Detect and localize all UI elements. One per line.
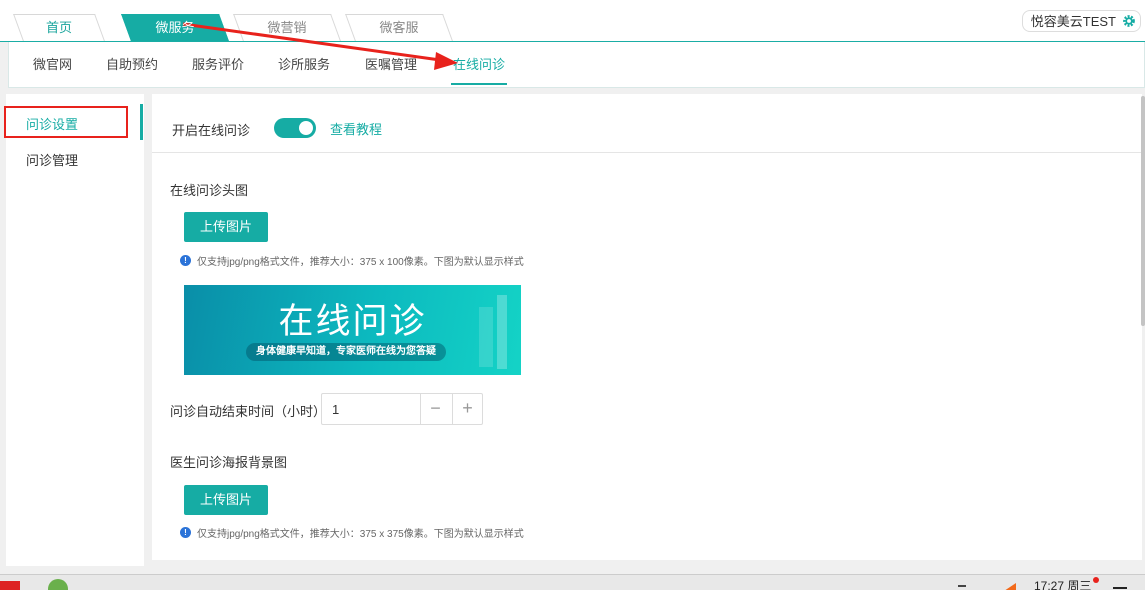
show-desktop-icon[interactable]	[1113, 587, 1127, 589]
top-tab-bar: 首页 微服务 微营销 微客服 悦容美云TEST	[0, 0, 1145, 42]
auto-end-time-stepper[interactable]: 1 − +	[321, 393, 483, 425]
toggle-knob	[299, 121, 313, 135]
sidebar-item-consult-management[interactable]: 问诊管理	[26, 150, 78, 169]
tray-icon[interactable]	[958, 585, 966, 587]
notification-dot	[1093, 577, 1099, 583]
sidebar-active-marker	[140, 104, 143, 140]
header-image-preview: 在线问诊 身体健康早知道，专家医师在线为您答疑	[184, 285, 521, 375]
auto-end-time-value[interactable]: 1	[332, 402, 339, 417]
subnav-service-review[interactable]: 服务评价	[192, 54, 244, 73]
tutorial-link[interactable]: 查看教程	[330, 119, 382, 138]
sidebar: 问诊设置 问诊管理	[6, 94, 144, 566]
auto-end-time-label: 问诊自动结束时间（小时）	[170, 404, 327, 419]
enable-consultation-toggle[interactable]	[274, 118, 316, 138]
tab-home[interactable]: 首页	[13, 14, 105, 41]
tab-micro-marketing[interactable]: 微营销	[233, 14, 341, 41]
increment-button[interactable]: +	[452, 394, 482, 424]
subnav-clinic-service[interactable]: 诊所服务	[278, 54, 330, 73]
banner-title: 在线问诊	[278, 302, 427, 341]
subnav-self-booking[interactable]: 自助预约	[106, 54, 158, 73]
header-image-tip-text: 仅支持jpg/png格式文件，推荐大小：375 x 100像素。下图为默认显示样…	[197, 257, 524, 268]
sub-navigation: 微官网 自助预约 服务评价 诊所服务 医嘱管理 在线问诊	[8, 42, 1145, 88]
upload-poster-image-button[interactable]: 上传图片	[184, 485, 268, 515]
header-image-tip: ! 仅支持jpg/png格式文件，推荐大小：375 x 100像素。下图为默认显…	[180, 253, 524, 268]
decrement-button[interactable]: −	[420, 394, 450, 424]
user-account-box[interactable]: 悦容美云TEST	[1021, 10, 1141, 32]
banner-subtitle: 身体健康早知道，专家医师在线为您答疑	[246, 343, 446, 361]
tab-micro-customer-service[interactable]: 微客服	[345, 14, 453, 41]
gear-icon[interactable]	[1122, 14, 1136, 28]
subnav-online-consultation[interactable]: 在线问诊	[450, 54, 508, 85]
subnav-micro-website[interactable]: 微官网	[33, 54, 72, 73]
tray-icon[interactable]	[1004, 583, 1016, 590]
info-icon: !	[180, 255, 191, 266]
subnav-order-management[interactable]: 医嘱管理	[365, 54, 417, 73]
taskbar: 17:27 周三	[0, 574, 1145, 590]
app-icon[interactable]	[0, 581, 20, 590]
taskbar-clock[interactable]: 17:27 周三	[1034, 577, 1091, 590]
user-name: 悦容美云TEST	[1030, 14, 1116, 29]
poster-background-label: 医生问诊海报背景图	[170, 455, 288, 470]
poster-image-tip-text: 仅支持jpg/png格式文件，推荐大小：375 x 375像素。下图为默认显示样…	[197, 529, 524, 540]
header-image-label: 在线问诊头图	[170, 183, 249, 198]
tab-micro-service[interactable]: 微服务	[121, 14, 229, 41]
info-icon: !	[180, 527, 191, 538]
poster-image-tip: ! 仅支持jpg/png格式文件，推荐大小：375 x 375像素。下图为默认显…	[180, 525, 524, 540]
settings-header: 开启在线问诊 查看教程	[152, 94, 1142, 153]
enable-consultation-label: 开启在线问诊	[172, 123, 251, 138]
app-icon[interactable]	[48, 579, 68, 590]
main-panel: 开启在线问诊 查看教程 在线问诊头图 上传图片 ! 仅支持jpg/png格式文件…	[152, 94, 1142, 560]
highlight-box-consult-settings	[4, 106, 128, 138]
upload-header-image-button[interactable]: 上传图片	[184, 212, 268, 242]
main-scrollbar[interactable]	[1141, 96, 1145, 326]
